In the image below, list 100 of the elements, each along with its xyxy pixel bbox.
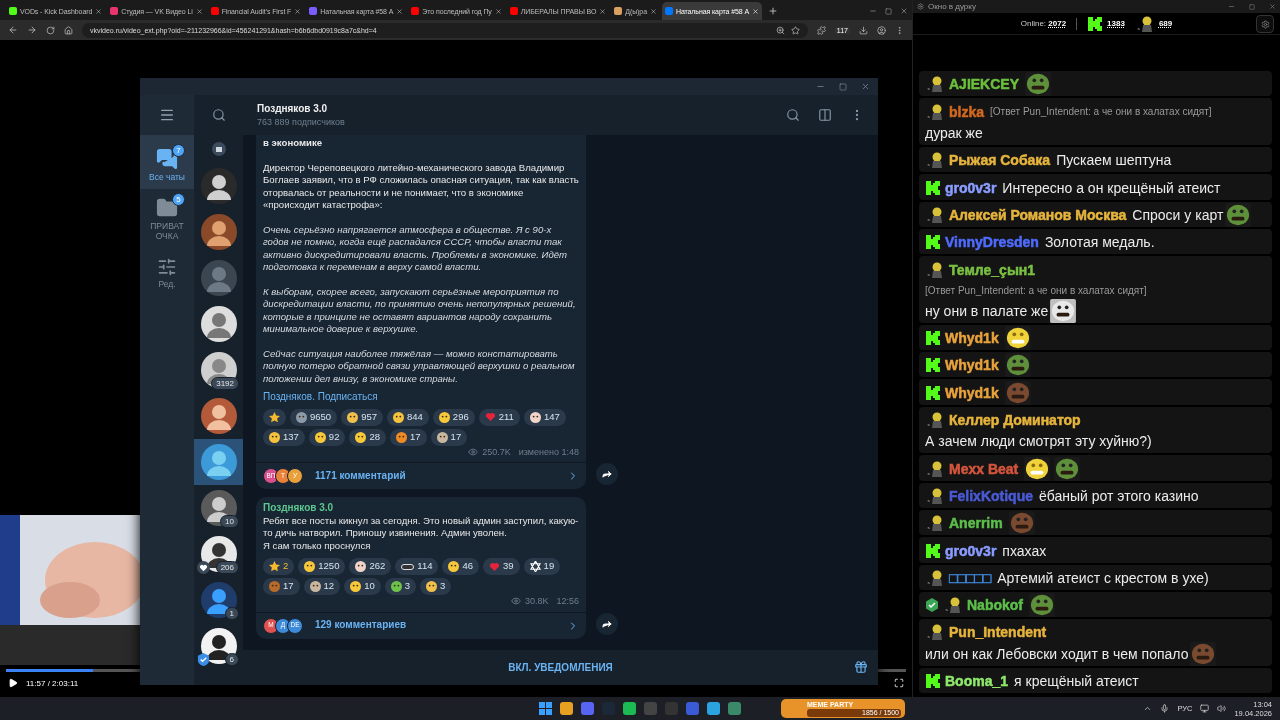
avatar[interactable]: [200, 214, 237, 250]
zoom-icon[interactable]: [775, 25, 785, 35]
download-icon[interactable]: [859, 25, 868, 35]
figure-icon: [925, 102, 945, 121]
reaction-chip[interactable]: 296: [432, 408, 475, 426]
video-time: 11:57 / 2:03:11: [26, 678, 79, 688]
fullscreen-icon[interactable]: [894, 678, 904, 688]
bookmark-icon[interactable]: [790, 25, 800, 35]
forward-button[interactable]: [596, 463, 618, 485]
reaction-chip[interactable]: 262: [349, 558, 392, 575]
extension-icon[interactable]: [816, 25, 826, 35]
search-icon[interactable]: [786, 108, 800, 122]
reaction-chip[interactable]: 92: [308, 428, 346, 446]
reaction-chip[interactable]: 9650: [290, 408, 338, 426]
username: gro0v3r: [945, 542, 997, 559]
new-tab-icon[interactable]: [768, 6, 778, 16]
view-count: 30.8K: [524, 595, 549, 608]
close-icon[interactable]: [861, 82, 870, 91]
username: Whyd1k: [945, 357, 999, 374]
reaction-chip[interactable]: 3: [384, 578, 417, 595]
close-icon[interactable]: [294, 7, 302, 15]
tray-icon[interactable]: [1143, 704, 1153, 713]
reaction-chip[interactable]: 17: [263, 578, 300, 595]
notifications-button[interactable]: ВКЛ. УВЕДОМЛЕНИЯ: [502, 661, 619, 674]
reaction-chip[interactable]: 19: [523, 558, 561, 575]
avatar[interactable]: [200, 582, 237, 618]
archive-icon[interactable]: [211, 142, 226, 156]
reaction-chip[interactable]: 137: [263, 428, 305, 446]
minimize-icon[interactable]: [1228, 3, 1235, 10]
figure-icon: [925, 260, 945, 279]
figure-icon: [925, 205, 945, 224]
close-icon[interactable]: [195, 7, 203, 15]
chat-item[interactable]: 3192: [194, 347, 243, 393]
settings-button[interactable]: [1256, 15, 1274, 33]
reaction-chip[interactable]: 17: [430, 428, 468, 446]
menu-icon[interactable]: [895, 25, 904, 35]
chat-item[interactable]: 6: [194, 623, 243, 669]
reaction-chip[interactable]: 957: [341, 408, 383, 426]
emoji-icon: [314, 431, 326, 443]
menu-icon[interactable]: [159, 107, 175, 123]
play-icon[interactable]: [8, 678, 18, 688]
gift-icon[interactable]: [854, 660, 868, 674]
reaction-chip[interactable]: 1250: [298, 558, 346, 575]
unread-count: 206: [215, 561, 239, 574]
sidebar-icon[interactable]: [818, 108, 832, 122]
close-icon[interactable]: [599, 7, 607, 15]
back-icon[interactable]: [8, 25, 18, 35]
folder-tab[interactable]: 7 Все чаты: [140, 135, 194, 189]
chat-item[interactable]: 206: [194, 531, 243, 577]
heart-icon: [484, 412, 496, 422]
start-icon[interactable]: [539, 702, 552, 715]
search-icon[interactable]: [211, 108, 226, 122]
emoji-icon: [350, 581, 362, 592]
maximize-icon[interactable]: [885, 7, 892, 15]
avatar[interactable]: [200, 168, 237, 204]
post-text: Ребят все посты кикнул за сегодня. Это новый админ заступил, какую-то дичь натворил. Приношу извинения. Админ уволен. Я сам только проснулся: [263, 514, 579, 552]
views-icon: [510, 596, 521, 607]
username: Anerrim: [949, 515, 1003, 532]
close-icon[interactable]: [1269, 3, 1276, 10]
close-icon[interactable]: [649, 7, 657, 15]
close-icon[interactable]: [95, 7, 103, 15]
bar-icon: [401, 563, 415, 570]
reaction-chip[interactable]: 844: [387, 408, 429, 426]
emoji-icon: [426, 581, 438, 592]
channel-title: Поздняков 3.0: [257, 103, 329, 114]
close-icon[interactable]: [494, 7, 502, 15]
reaction-chip[interactable]: [263, 408, 286, 426]
folder-tab[interactable]: Ред.: [140, 243, 194, 297]
mic-icon[interactable]: [1160, 704, 1170, 713]
reaction-chip[interactable]: 147: [523, 408, 566, 426]
home-icon[interactable]: [64, 25, 73, 35]
reaction-chip[interactable]: 2: [263, 558, 295, 575]
reply-quote: [Ответ Pun_Intendent: а че они в халатах сидят]: [990, 104, 1212, 119]
reaction-chip[interactable]: 28: [349, 428, 386, 446]
volume-icon[interactable]: [1217, 704, 1227, 713]
reaction-chip[interactable]: 3: [420, 578, 452, 595]
reaction-chip[interactable]: 46: [442, 558, 480, 575]
subscriber-count: 763 889 подписчиков: [257, 117, 346, 127]
chat-item[interactable]: 1: [194, 577, 243, 623]
reaction-chip[interactable]: 211: [478, 408, 520, 426]
subscribe-link[interactable]: Поздняков. Подписаться: [263, 391, 579, 404]
post-text: Очень серьёзно напрягается атмосфера в обществе. Я с 90-х годов не помню, когда ещё распадался СССР, чтобы власти так активно дискредитировали власть. Проблемы в экономике. Идёт подготовка к переменам в верху самой власти.: [263, 223, 568, 274]
close-icon[interactable]: [396, 7, 404, 15]
reaction-chip[interactable]: 12: [303, 578, 341, 595]
avatar[interactable]: [200, 306, 237, 342]
chat-item[interactable]: 10: [194, 485, 243, 531]
edit-icon: [157, 257, 177, 277]
folder-tab[interactable]: 5 ПРИВАТ ОЧКА: [140, 189, 194, 243]
reaction-chip[interactable]: 39: [483, 558, 520, 575]
post-time: изменено 1:48: [518, 445, 579, 458]
forward-icon[interactable]: [27, 25, 37, 35]
reaction-chip[interactable]: 17: [390, 428, 427, 446]
profile-icon[interactable]: [877, 25, 886, 35]
reload-icon[interactable]: [46, 25, 55, 35]
emoji-icon: [269, 431, 280, 443]
reaction-chip[interactable]: 10: [344, 578, 381, 595]
forward-button[interactable]: [596, 612, 618, 635]
reaction-chip[interactable]: 114: [395, 558, 439, 575]
avatar[interactable]: [200, 398, 237, 434]
close-icon[interactable]: [900, 7, 908, 15]
